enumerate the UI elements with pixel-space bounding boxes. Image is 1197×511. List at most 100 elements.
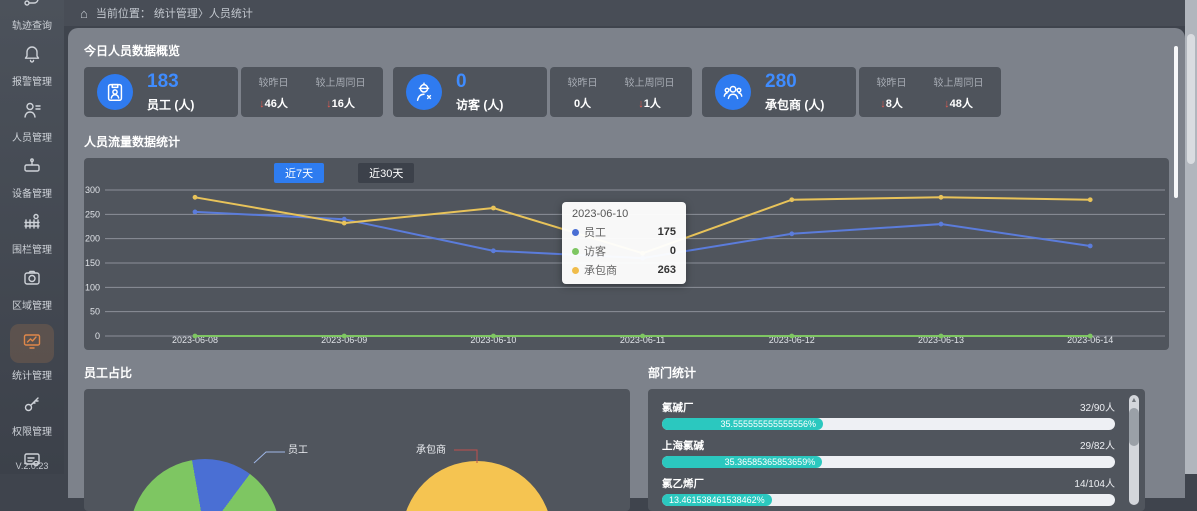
compare-yesterday-label: 较昨日 xyxy=(259,74,289,89)
dept-row: 氯乙烯厂14/104人 13.461538461538462% xyxy=(662,475,1115,506)
pie-slice-label: 员工 xyxy=(288,441,308,456)
visitor-card-group: 0 访客 (人) 较昨日 0人 较上周同日 ↓1人 xyxy=(393,67,692,117)
sidebar-item-label: 统计管理 xyxy=(12,367,52,382)
svg-text:300: 300 xyxy=(85,185,100,195)
sidebar-item-label: 报警管理 xyxy=(12,73,52,88)
page-scrollbar[interactable] xyxy=(1185,0,1197,474)
pie-slice-label: 承包商 xyxy=(416,441,446,456)
compare-yesterday-value: 8人 xyxy=(886,98,903,110)
employee-card-group: 183 员工 (人) 较昨日 ↓46人 较上周同日 ↓16人 xyxy=(84,67,383,117)
sidebar-item-label: 人员管理 xyxy=(12,129,52,144)
sidebar-item-statistics[interactable]: 统计管理 xyxy=(10,324,54,382)
contractor-pie-chart[interactable] xyxy=(402,461,552,511)
dept-row: 氯碱厂32/90人 35.555555555555556% xyxy=(662,399,1115,430)
area-icon xyxy=(22,268,42,293)
pie-label-line xyxy=(252,447,288,467)
range-tabs: 近7天 近30天 xyxy=(274,163,1169,183)
scroll-up-icon[interactable]: ▲ xyxy=(1129,395,1139,406)
compare-yesterday-value: 0人 xyxy=(574,98,591,110)
visitor-card: 0 访客 (人) xyxy=(393,67,547,117)
permission-icon xyxy=(22,394,42,419)
dept-section-title: 部门统计 xyxy=(648,364,1145,381)
dept-scrollbar-thumb[interactable] xyxy=(1129,408,1139,446)
compare-yesterday-label: 较昨日 xyxy=(568,74,598,89)
tooltip-row: 员工 175 xyxy=(572,224,676,240)
svg-text:100: 100 xyxy=(85,282,100,292)
compare-lastweek-label: 较上周同日 xyxy=(934,74,984,89)
badge-icon xyxy=(97,74,133,110)
device-icon xyxy=(22,156,42,181)
main-panel: 今日人员数据概览 183 员工 (人) 较昨日 ↓46人 较上周同日 xyxy=(68,28,1185,498)
panel-scrollbar-thumb[interactable] xyxy=(1174,46,1178,198)
visitor-icon xyxy=(406,74,442,110)
contractor-card: 280 承包商 (人) xyxy=(702,67,856,117)
svg-text:50: 50 xyxy=(90,307,100,317)
route-icon xyxy=(22,0,42,13)
contractor-compare-card: 较昨日 ↓8人 较上周同日 ↓48人 xyxy=(859,67,1001,117)
sidebar-item-device[interactable]: 设备管理 xyxy=(12,156,52,200)
sidebar-item-route[interactable]: 轨迹查询 xyxy=(12,0,52,32)
tab-last-7-days[interactable]: 近7天 xyxy=(274,163,324,183)
overview-cards: 183 员工 (人) 较昨日 ↓46人 较上周同日 ↓16人 xyxy=(84,67,1169,117)
contractor-label: 承包商 (人) xyxy=(765,96,824,113)
sidebar-item-label: 区域管理 xyxy=(12,297,52,312)
pie-label-line xyxy=(452,445,486,467)
personnel-icon xyxy=(22,100,42,125)
sidebar-item-alarm[interactable]: 报警管理 xyxy=(12,44,52,88)
svg-text:150: 150 xyxy=(85,258,100,268)
dept-row: 上海氯碱29/82人 35.36585365853659% xyxy=(662,437,1115,468)
series-dot-visitor xyxy=(572,248,579,255)
sidebar-item-personnel[interactable]: 人员管理 xyxy=(12,100,52,144)
department-stats-panel: 氯碱厂32/90人 35.555555555555556% 上海氯碱29/82人… xyxy=(648,389,1145,511)
series-dot-contractor xyxy=(572,267,579,274)
compare-lastweek-label: 较上周同日 xyxy=(625,74,675,89)
compare-lastweek-label: 较上周同日 xyxy=(316,74,366,89)
overview-title: 今日人员数据概览 xyxy=(84,42,1169,59)
statistics-icon xyxy=(10,324,54,363)
svg-text:200: 200 xyxy=(85,234,100,244)
contractor-count: 280 xyxy=(765,72,824,91)
sidebar-item-area[interactable]: 区域管理 xyxy=(12,268,52,312)
contractor-card-group: 280 承包商 (人) 较昨日 ↓8人 较上周同日 ↓48人 xyxy=(702,67,1001,117)
sidebar-item-label: 围栏管理 xyxy=(12,241,52,256)
compare-yesterday-value: 46人 xyxy=(265,98,288,110)
home-icon[interactable]: ⌂ xyxy=(80,6,88,21)
flow-chart-panel: 近7天 近30天 0501001502002503002023-06-08202… xyxy=(84,158,1169,350)
sidebar-item-permission[interactable]: 权限管理 xyxy=(12,394,52,438)
compare-lastweek-value: 1人 xyxy=(644,98,661,110)
dept-scrollbar[interactable]: ▲ xyxy=(1129,395,1139,505)
app-version: V.2.0.23 xyxy=(0,461,64,471)
visitor-compare-card: 较昨日 0人 较上周同日 ↓1人 xyxy=(550,67,692,117)
employee-compare-card: 较昨日 ↓46人 较上周同日 ↓16人 xyxy=(241,67,383,117)
breadcrumb: 统计管理〉人员统计 xyxy=(154,5,253,21)
breadcrumb-bar: ⌂ 当前位置： 统计管理〉人员统计 xyxy=(64,0,1197,26)
tooltip-row: 访客 0 xyxy=(572,243,676,259)
series-dot-employee xyxy=(572,229,579,236)
visitor-label: 访客 (人) xyxy=(456,96,503,113)
compare-yesterday-label: 较昨日 xyxy=(877,74,907,89)
compare-lastweek-value: 48人 xyxy=(950,98,973,110)
group-icon xyxy=(715,74,751,110)
svg-text:0: 0 xyxy=(95,331,100,341)
employee-label: 员工 (人) xyxy=(147,96,194,113)
tooltip-date: 2023-06-10 xyxy=(572,208,676,220)
tab-last-30-days[interactable]: 近30天 xyxy=(358,163,414,183)
pie-section-title: 员工占比 xyxy=(84,364,630,381)
sidebar-item-label: 轨迹查询 xyxy=(12,17,52,32)
sidebar: 轨迹查询 报警管理 人员管理 设备管理 围栏管理 区域管理 统计管理 xyxy=(0,0,64,474)
sidebar-item-label: 设备管理 xyxy=(12,185,52,200)
visitor-count: 0 xyxy=(456,72,503,91)
chart-tooltip: 2023-06-10 员工 175 访客 0 承包商 263 xyxy=(562,202,686,284)
employee-card: 183 员工 (人) xyxy=(84,67,238,117)
breadcrumb-prefix: 当前位置： xyxy=(96,5,151,21)
alarm-icon xyxy=(22,44,42,69)
employee-pie-panel: 员工 承包商 xyxy=(84,389,630,511)
sidebar-item-fence[interactable]: 围栏管理 xyxy=(12,212,52,256)
flow-title: 人员流量数据统计 xyxy=(84,133,1169,150)
tooltip-row: 承包商 263 xyxy=(572,262,676,278)
employee-count: 183 xyxy=(147,72,194,91)
svg-text:250: 250 xyxy=(85,209,100,219)
compare-lastweek-value: 16人 xyxy=(332,98,355,110)
page-scrollbar-thumb[interactable] xyxy=(1187,34,1195,164)
fence-icon xyxy=(22,212,42,237)
